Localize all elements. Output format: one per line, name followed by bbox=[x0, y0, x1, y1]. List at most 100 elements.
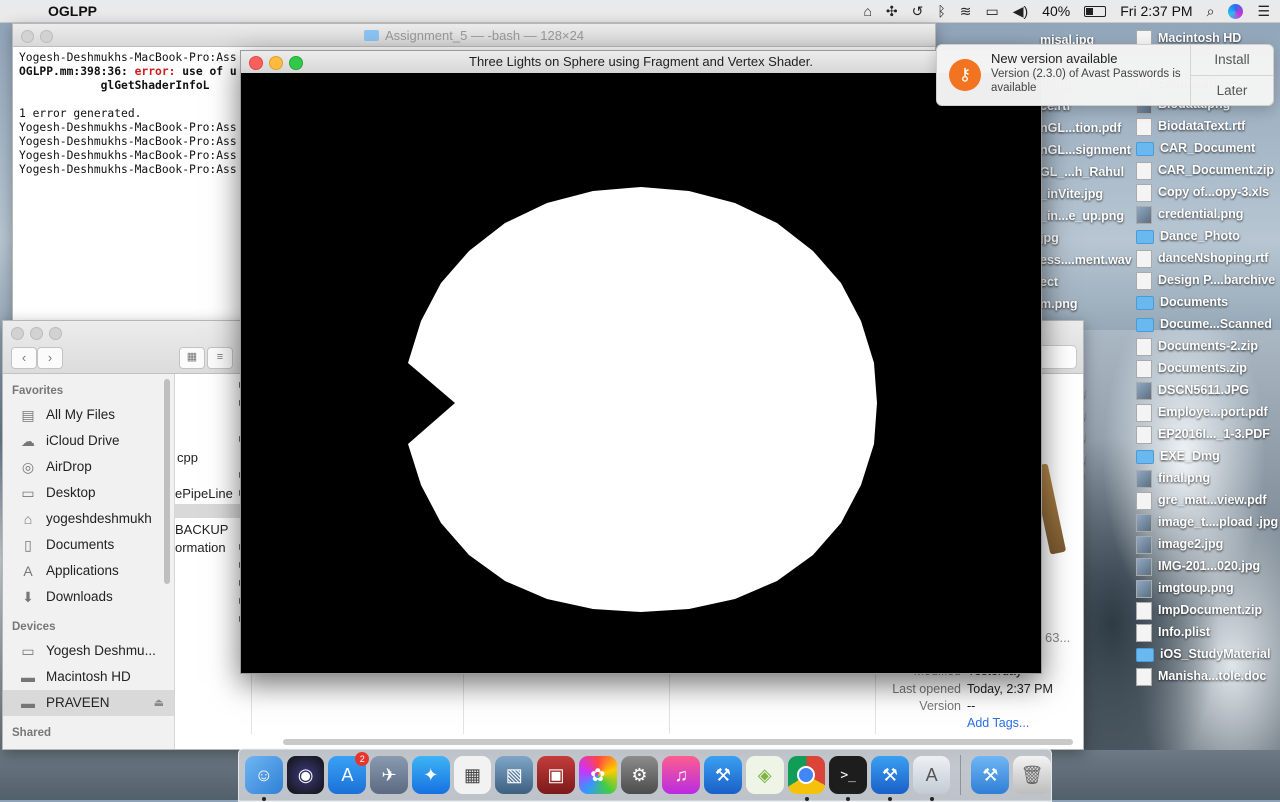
desktop-file-item[interactable]: final.png bbox=[1136, 468, 1210, 488]
desktop-file-item[interactable]: EXE_Dmg bbox=[1136, 446, 1220, 466]
desktop-file-item[interactable]: credential.png bbox=[1136, 204, 1243, 224]
trash-dock-icon[interactable]: 🗑 bbox=[1013, 756, 1051, 794]
desktop-file-item[interactable]: BiodataText.rtf bbox=[1136, 116, 1245, 136]
desktop-file-item[interactable]: GL_...h_Rahul bbox=[1040, 162, 1124, 182]
chrome-dock-icon[interactable] bbox=[787, 756, 826, 801]
siri-icon[interactable] bbox=[1228, 3, 1244, 19]
sidebar-item-documents[interactable]: ▯ Documents bbox=[3, 532, 174, 558]
instruments-dock-icon[interactable]: A bbox=[912, 756, 951, 801]
sidebar-item-downloads[interactable]: ⬇ Downloads bbox=[3, 584, 174, 610]
column-item[interactable]: cpp bbox=[177, 450, 198, 465]
siri-dock-icon[interactable]: ◉ bbox=[286, 756, 325, 794]
zoom-button[interactable] bbox=[49, 327, 62, 340]
desktop-file-item[interactable]: _inVite.jpg bbox=[1040, 184, 1103, 204]
column-item[interactable]: ePipeLine bbox=[175, 486, 233, 501]
preview-dock-icon[interactable]: ▧ bbox=[495, 756, 534, 794]
photos-dock-icon[interactable]: ✿ bbox=[578, 756, 617, 794]
spotlight-search-icon[interactable]: ⌕ bbox=[1207, 3, 1215, 20]
desktop-file-item[interactable]: danceNshoping.rtf bbox=[1136, 248, 1268, 268]
desktop-file-item[interactable]: CAR_Document bbox=[1136, 138, 1255, 158]
menu-clock[interactable]: Fri 2:37 PM bbox=[1120, 3, 1192, 19]
later-button[interactable]: Later bbox=[1191, 75, 1273, 106]
notification-center-icon[interactable]: ☰ bbox=[1257, 3, 1270, 20]
desktop-file-item[interactable]: Dance_Photo bbox=[1136, 226, 1240, 246]
sidebar-item-home[interactable]: ⌂ yogeshdeshmukh bbox=[3, 506, 174, 532]
sidebar-item-desktop[interactable]: ▭ Desktop bbox=[3, 480, 174, 506]
volume-icon[interactable]: ◀) bbox=[1013, 3, 1028, 20]
sidebar-item-macbook[interactable]: ▭ Yogesh Deshmu... bbox=[3, 638, 174, 664]
desktop-file-item[interactable]: gre_mat...view.pdf bbox=[1136, 490, 1267, 510]
tools-icon[interactable]: ✣ bbox=[886, 3, 898, 20]
bluetooth-icon[interactable]: ᛒ bbox=[937, 3, 945, 19]
forward-button[interactable]: › bbox=[37, 347, 63, 369]
xcode-dock-icon[interactable]: ⚒ bbox=[871, 756, 909, 801]
desktop-file-item[interactable]: Copy of...opy-3.xls bbox=[1136, 182, 1269, 202]
zoom-button[interactable] bbox=[289, 56, 303, 70]
column-item[interactable]: BACKUP bbox=[175, 522, 228, 537]
horizontal-scrollbar[interactable] bbox=[283, 739, 1073, 745]
sidebar-item-applications[interactable]: A Applications bbox=[3, 558, 174, 584]
opengl-canvas[interactable] bbox=[241, 73, 1041, 673]
desktop-file-item[interactable]: _in...e_up.png bbox=[1040, 206, 1124, 226]
minimize-button[interactable] bbox=[269, 56, 283, 70]
desktop-file-item[interactable]: Documents bbox=[1136, 292, 1228, 312]
system-preferences-dock-icon[interactable]: ⚙ bbox=[620, 756, 659, 794]
safari-dock-icon[interactable]: ✦ bbox=[411, 756, 450, 794]
desktop-file-item[interactable]: jpg bbox=[1040, 228, 1059, 248]
desktop-file-item[interactable]: nGL...tion.pdf bbox=[1040, 118, 1121, 138]
minimize-button[interactable] bbox=[40, 30, 53, 43]
desktop-file-item[interactable]: nGL...signment bbox=[1040, 140, 1131, 160]
back-button[interactable]: ‹ bbox=[11, 347, 37, 369]
desktop-file-item[interactable]: Documents.zip bbox=[1136, 358, 1247, 378]
app-store-dock-icon[interactable]: A2 bbox=[328, 752, 370, 794]
desktop-file-item[interactable]: imgtoup.png bbox=[1136, 578, 1234, 598]
desktop-file-item[interactable]: DSCN5611.JPG bbox=[1136, 380, 1249, 400]
add-tags-link[interactable]: Add Tags... bbox=[967, 716, 1029, 730]
calculator-dock-icon[interactable]: ▦ bbox=[453, 756, 492, 794]
itunes-dock-icon[interactable]: ♫ bbox=[662, 756, 701, 794]
install-button[interactable]: Install bbox=[1191, 45, 1273, 75]
airplay-icon[interactable]: ▭ bbox=[986, 3, 999, 20]
icon-view-button[interactable]: ▦ bbox=[179, 347, 205, 369]
photo-booth-dock-icon[interactable]: ▣ bbox=[537, 756, 575, 794]
desktop-file-item[interactable]: Manisha...tole.doc bbox=[1136, 666, 1266, 686]
desktop-file-item[interactable]: IMG-201...020.jpg bbox=[1136, 556, 1260, 576]
vpn-icon[interactable]: ⌂ bbox=[863, 3, 871, 19]
desktop-file-item[interactable]: Docume...Scanned bbox=[1136, 314, 1272, 334]
opengl-window[interactable]: Three Lights on Sphere using Fragment an… bbox=[240, 50, 1042, 674]
desktop-file-item[interactable]: EP2016I..._1-3.PDF bbox=[1136, 424, 1270, 444]
opengl-titlebar[interactable]: Three Lights on Sphere using Fragment an… bbox=[241, 51, 1041, 74]
minimize-button[interactable] bbox=[30, 327, 43, 340]
sidebar-item-airdrop[interactable]: ◎ AirDrop bbox=[3, 454, 174, 480]
sidebar-scrollbar[interactable] bbox=[164, 379, 170, 584]
desktop-file-item[interactable]: image_t....pload .jpg bbox=[1136, 512, 1278, 532]
sidebar-item-praveen[interactable]: ▬ PRAVEEN ⏏ bbox=[3, 690, 174, 716]
xcode-dock-icon[interactable]: ⚒ bbox=[704, 756, 742, 794]
eject-icon[interactable]: ⏏ bbox=[154, 690, 164, 716]
desktop-file-item[interactable]: Employe...port.pdf bbox=[1136, 402, 1268, 422]
app-menu-name[interactable]: OGLPP bbox=[48, 3, 97, 19]
finder-dock-icon[interactable]: ☺ bbox=[245, 756, 283, 801]
sidebar-item-icloud-drive[interactable]: ☁ iCloud Drive bbox=[3, 428, 174, 454]
close-button[interactable] bbox=[249, 56, 263, 70]
battery-percent[interactable]: 40% bbox=[1042, 3, 1070, 19]
desktop-file-item[interactable]: CAR_Document.zip bbox=[1136, 160, 1274, 180]
desktop-file-item[interactable]: Info.plist bbox=[1136, 622, 1210, 642]
sidebar-item-macintosh-hd[interactable]: ▬ Macintosh HD bbox=[3, 664, 174, 690]
launchpad-dock-icon[interactable]: ✈ bbox=[370, 756, 408, 794]
battery-icon[interactable] bbox=[1084, 5, 1107, 17]
desktop-file-item[interactable]: ImpDocument.zip bbox=[1136, 600, 1262, 620]
desktop-file-item[interactable]: ect bbox=[1040, 272, 1058, 292]
desktop-file-item[interactable]: m.png bbox=[1040, 294, 1078, 314]
desktop-file-item[interactable]: Design P....barchive bbox=[1136, 270, 1275, 290]
terminal-titlebar[interactable]: Assignment_5 — -bash — 128×24 bbox=[13, 24, 935, 47]
list-view-button[interactable]: ≡ bbox=[207, 347, 233, 369]
desktop-file-item[interactable]: image2.jpg bbox=[1136, 534, 1223, 554]
desktop-file-item[interactable]: Documents-2.zip bbox=[1136, 336, 1258, 356]
close-button[interactable] bbox=[21, 30, 34, 43]
desktop-file-item[interactable]: iOS_StudyMaterial bbox=[1136, 644, 1270, 664]
desktop-file-item[interactable]: ess....ment.wav bbox=[1040, 250, 1132, 270]
column-item[interactable]: ormation bbox=[175, 540, 226, 555]
wifi-icon[interactable]: ≋ bbox=[960, 3, 972, 20]
sidebar-item-all-my-files[interactable]: ▤ All My Files bbox=[3, 402, 174, 428]
